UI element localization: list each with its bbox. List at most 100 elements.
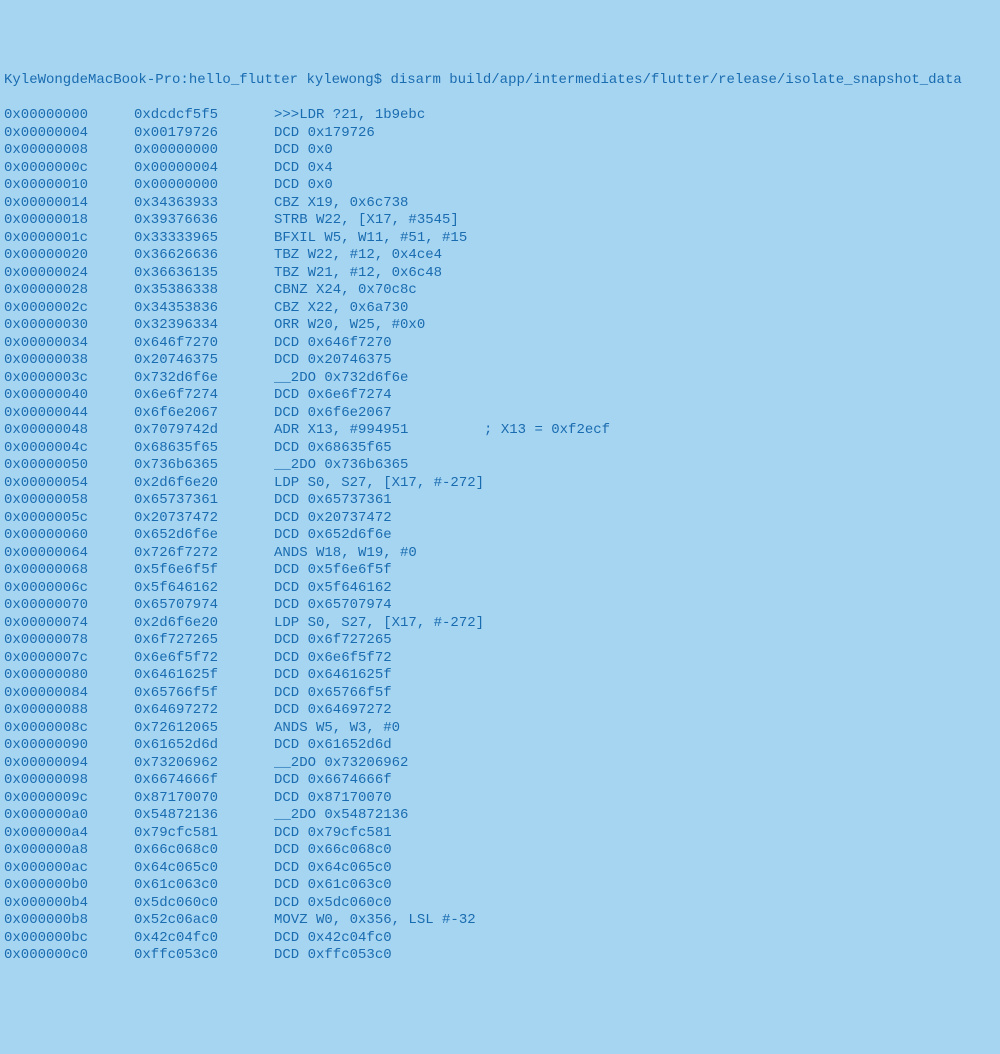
hex-column: 0x5f6e6f5f	[134, 562, 274, 580]
disasm-row: 0x0000005c0x20737472DCD 0x20737472	[4, 510, 996, 528]
address-column: 0x00000038	[4, 352, 134, 370]
address-column: 0x00000054	[4, 475, 134, 493]
address-column: 0x00000024	[4, 265, 134, 283]
disasm-row: 0x000000100x00000000DCD 0x0	[4, 177, 996, 195]
hex-column: 0x65766f5f	[134, 685, 274, 703]
address-column: 0x000000b4	[4, 895, 134, 913]
hex-column: 0x54872136	[134, 807, 274, 825]
disasm-row: 0x000000440x6f6e2067DCD 0x6f6e2067	[4, 405, 996, 423]
hex-column: 0x652d6f6e	[134, 527, 274, 545]
address-column: 0x00000078	[4, 632, 134, 650]
hex-column: 0xffc053c0	[134, 947, 274, 965]
hex-column: 0x68635f65	[134, 440, 274, 458]
hex-column: 0x736b6365	[134, 457, 274, 475]
instruction-column: DCD 0x65707974	[274, 597, 996, 615]
disasm-row: 0x000000280x35386338CBNZ X24, 0x70c8c	[4, 282, 996, 300]
address-column: 0x00000020	[4, 247, 134, 265]
address-column: 0x00000070	[4, 597, 134, 615]
instruction-column: DCD 0x0	[274, 177, 996, 195]
hex-column: 0x00000000	[134, 142, 274, 160]
instruction-column: DCD 0x179726	[274, 125, 996, 143]
hex-column: 0x36626636	[134, 247, 274, 265]
hex-column: 0x61652d6d	[134, 737, 274, 755]
disasm-row: 0x0000009c0x87170070DCD 0x87170070	[4, 790, 996, 808]
hex-column: 0x6e6f5f72	[134, 650, 274, 668]
address-column: 0x0000000c	[4, 160, 134, 178]
hex-column: 0x65737361	[134, 492, 274, 510]
address-column: 0x00000044	[4, 405, 134, 423]
hex-column: 0x64697272	[134, 702, 274, 720]
address-column: 0x00000028	[4, 282, 134, 300]
disasm-row: 0x000000080x00000000DCD 0x0	[4, 142, 996, 160]
address-column: 0x00000090	[4, 737, 134, 755]
instruction-column: DCD 0x79cfc581	[274, 825, 996, 843]
address-column: 0x00000064	[4, 545, 134, 563]
disasm-row: 0x000000140x34363933CBZ X19, 0x6c738	[4, 195, 996, 213]
instruction-column: DCD 0x6f727265	[274, 632, 996, 650]
instruction-column: DCD 0x65766f5f	[274, 685, 996, 703]
prompt-text: KyleWongdeMacBook-Pro:hello_flutter kyle…	[4, 72, 962, 90]
instruction-column: DCD 0x61c063c0	[274, 877, 996, 895]
instruction-column: DCD 0x64c065c0	[274, 860, 996, 878]
address-column: 0x00000058	[4, 492, 134, 510]
instruction-column: DCD 0x65737361	[274, 492, 996, 510]
instruction-column: TBZ W21, #12, 0x6c48	[274, 265, 996, 283]
instruction-column: DCD 0x5f6e6f5f	[274, 562, 996, 580]
disasm-row: 0x000000ac0x64c065c0DCD 0x64c065c0	[4, 860, 996, 878]
instruction-column: DCD 0x61652d6d	[274, 737, 996, 755]
instruction-column: MOVZ W0, 0x356, LSL #-32	[274, 912, 996, 930]
instruction-column: DCD 0x5dc060c0	[274, 895, 996, 913]
disasm-row: 0x000000740x2d6f6e20LDP S0, S27, [X17, #…	[4, 615, 996, 633]
address-column: 0x000000c0	[4, 947, 134, 965]
address-column: 0x00000080	[4, 667, 134, 685]
instruction-column: DCD 0x6f6e2067	[274, 405, 996, 423]
disasm-row: 0x000000a80x66c068c0DCD 0x66c068c0	[4, 842, 996, 860]
hex-column: 0x646f7270	[134, 335, 274, 353]
instruction-column: DCD 0x68635f65	[274, 440, 996, 458]
instruction-column: ORR W20, W25, #0x0	[274, 317, 996, 335]
address-column: 0x0000003c	[4, 370, 134, 388]
disasm-row: 0x000000340x646f7270DCD 0x646f7270	[4, 335, 996, 353]
disasm-row: 0x000000380x20746375DCD 0x20746375	[4, 352, 996, 370]
address-column: 0x000000b8	[4, 912, 134, 930]
disasm-row: 0x0000006c0x5f646162DCD 0x5f646162	[4, 580, 996, 598]
hex-column: 0x2d6f6e20	[134, 615, 274, 633]
hex-column: 0x65707974	[134, 597, 274, 615]
address-column: 0x00000018	[4, 212, 134, 230]
disasm-row: 0x000000b40x5dc060c0DCD 0x5dc060c0	[4, 895, 996, 913]
hex-column: 0x00000000	[134, 177, 274, 195]
address-column: 0x000000a8	[4, 842, 134, 860]
address-column: 0x0000006c	[4, 580, 134, 598]
hex-column: 0x35386338	[134, 282, 274, 300]
disasm-row: 0x000000a40x79cfc581DCD 0x79cfc581	[4, 825, 996, 843]
hex-column: 0x7079742d	[134, 422, 274, 440]
address-column: 0x00000088	[4, 702, 134, 720]
instruction-column: DCD 0x6e6f5f72	[274, 650, 996, 668]
address-column: 0x0000007c	[4, 650, 134, 668]
hex-column: 0x42c04fc0	[134, 930, 274, 948]
hex-column: 0x00000004	[134, 160, 274, 178]
hex-column: 0x6674666f	[134, 772, 274, 790]
instruction-column: STRB W22, [X17, #3545]	[274, 212, 996, 230]
hex-column: 0x6461625f	[134, 667, 274, 685]
instruction-column: __2DO 0x736b6365	[274, 457, 996, 475]
hex-column: 0xdcdcf5f5	[134, 107, 274, 125]
hex-column: 0x6f727265	[134, 632, 274, 650]
hex-column: 0x33333965	[134, 230, 274, 248]
instruction-column: DCD 0x5f646162	[274, 580, 996, 598]
disasm-row: 0x000000780x6f727265DCD 0x6f727265	[4, 632, 996, 650]
instruction-column: DCD 0x652d6f6e	[274, 527, 996, 545]
instruction-column: TBZ W22, #12, 0x4ce4	[274, 247, 996, 265]
instruction-column: DCD 0x646f7270	[274, 335, 996, 353]
instruction-column: DCD 0x20737472	[274, 510, 996, 528]
address-column: 0x00000034	[4, 335, 134, 353]
hex-column: 0x5f646162	[134, 580, 274, 598]
instruction-column: DCD 0xffc053c0	[274, 947, 996, 965]
hex-column: 0x39376636	[134, 212, 274, 230]
disasm-row: 0x000000400x6e6f7274DCD 0x6e6f7274	[4, 387, 996, 405]
address-column: 0x00000014	[4, 195, 134, 213]
disasm-row: 0x000000700x65707974DCD 0x65707974	[4, 597, 996, 615]
address-column: 0x0000008c	[4, 720, 134, 738]
address-column: 0x00000068	[4, 562, 134, 580]
address-column: 0x00000084	[4, 685, 134, 703]
